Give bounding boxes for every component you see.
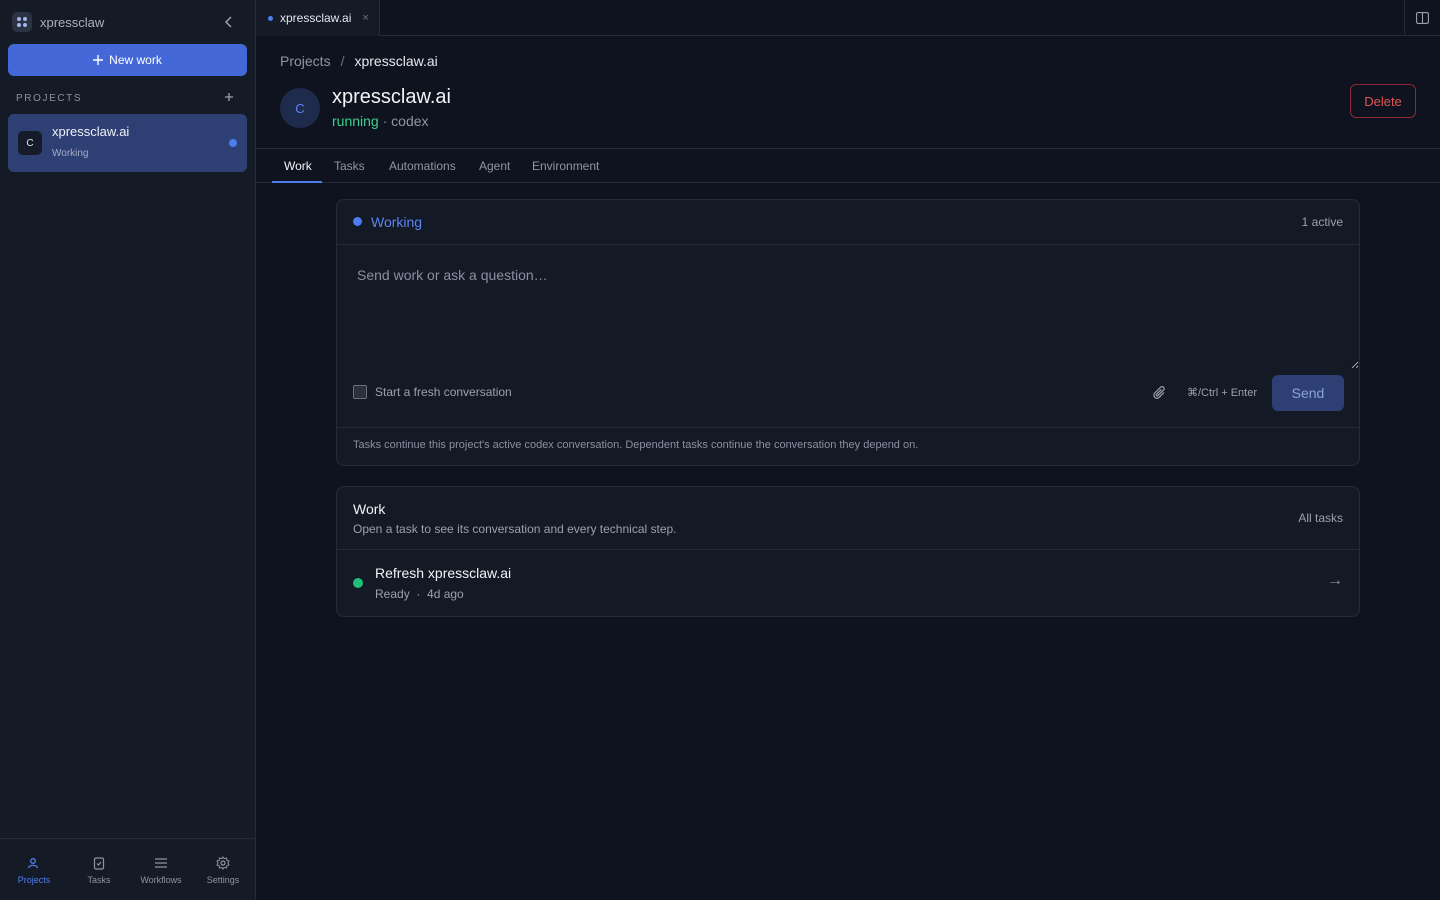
split-view-icon <box>1416 12 1429 24</box>
person-icon <box>27 857 39 868</box>
project-status: Working <box>52 148 89 159</box>
task-title: Refresh xpressclaw.ai <box>375 565 512 581</box>
project-name: xpressclaw.ai <box>52 124 130 139</box>
list-icon <box>155 857 167 868</box>
tab-tasks[interactable]: Tasks <box>334 149 365 183</box>
tab-label: xpressclaw.ai <box>280 11 352 25</box>
tab-work[interactable]: Work <box>284 149 312 183</box>
send-button[interactable]: Send <box>1272 375 1344 411</box>
nav-projects[interactable]: Projects <box>0 839 68 900</box>
nav-tasks[interactable]: Tasks <box>68 839 130 900</box>
active-tab-underline <box>272 181 322 183</box>
project-state: running <box>332 113 379 129</box>
add-project-button[interactable] <box>222 89 236 105</box>
project-avatar: C <box>18 131 42 155</box>
task-meta: Ready · 4d ago <box>375 587 464 601</box>
projects-heading: PROJECTS <box>16 93 83 104</box>
gear-icon <box>216 855 230 870</box>
working-status-label: Working <box>371 214 423 230</box>
tab-agent[interactable]: Agent <box>479 149 510 183</box>
breadcrumb-projects-link[interactable]: Projects <box>280 53 331 69</box>
work-card: Work Open a task to see its conversation… <box>336 486 1360 617</box>
clipboard-icon <box>93 856 105 870</box>
task-status: Ready <box>375 587 410 601</box>
sidebar-project-xpressclaw[interactable]: C xpressclaw.ai Working <box>8 114 247 172</box>
composer-card: Working 1 active Start a fresh conversat… <box>336 199 1360 466</box>
attach-button[interactable] <box>1151 383 1169 403</box>
nav-settings[interactable]: Settings <box>192 839 254 900</box>
active-count: 1 active <box>1301 215 1343 229</box>
nav-label: Workflows <box>140 874 182 885</box>
composer-footer-note: Tasks continue this project's active cod… <box>337 427 1359 466</box>
working-status-dot <box>353 217 362 226</box>
task-meta-separator: · <box>416 587 421 601</box>
breadcrumb-current: xpressclaw.ai <box>354 53 438 69</box>
plus-icon <box>93 55 104 65</box>
page-title: xpressclaw.ai <box>332 86 451 108</box>
task-row[interactable]: Refresh xpressclaw.ai Ready · 4d ago → <box>337 550 1359 617</box>
bottom-nav: Projects Tasks Workflows Settings <box>0 838 256 900</box>
nav-label: Tasks <box>87 874 111 885</box>
arrow-right-icon: → <box>1327 572 1343 589</box>
tab-xpressclaw[interactable]: xpressclaw.ai × <box>256 0 380 36</box>
tab-automations[interactable]: Automations <box>389 149 456 183</box>
task-status-dot <box>353 578 363 588</box>
composer-header: Working 1 active <box>337 200 1359 245</box>
new-work-button[interactable]: New work <box>8 44 247 76</box>
fresh-conversation-label: Start a fresh conversation <box>375 385 512 399</box>
nav-label: Settings <box>206 874 240 885</box>
all-tasks-link[interactable]: All tasks <box>1298 511 1343 525</box>
message-input[interactable] <box>337 245 1359 369</box>
project-tabs: Work Tasks Automations Agent Environment <box>256 148 1440 183</box>
work-header: Work Open a task to see its conversation… <box>337 487 1359 550</box>
task-age: 4d ago <box>427 587 464 601</box>
tab-environment[interactable]: Environment <box>532 149 599 183</box>
breadcrumb-separator: / <box>340 53 345 69</box>
project-runtime: codex <box>391 113 429 129</box>
delete-button[interactable]: Delete <box>1350 84 1416 118</box>
work-title: Work <box>353 501 386 517</box>
meta-separator: · <box>378 113 392 129</box>
project-activity-dot <box>229 139 237 147</box>
tab-bar: xpressclaw.ai × <box>256 0 1440 36</box>
app-logo-icon <box>12 12 32 32</box>
breadcrumb: Projects / xpressclaw.ai <box>280 53 438 69</box>
fresh-conversation-checkbox[interactable] <box>353 385 367 399</box>
work-subtitle: Open a task to see its conversation and … <box>353 522 677 536</box>
collapse-sidebar-button[interactable] <box>220 12 238 32</box>
nav-workflows[interactable]: Workflows <box>130 839 192 900</box>
send-shortcut-hint: ⌘/Ctrl + Enter <box>1187 387 1257 399</box>
close-icon[interactable]: × <box>362 12 368 24</box>
new-work-label: New work <box>109 53 162 67</box>
project-meta: running · codex <box>332 113 429 129</box>
paperclip-icon <box>1153 386 1165 399</box>
chevron-left-icon <box>224 16 232 28</box>
brand[interactable]: xpressclaw <box>12 12 104 32</box>
project-avatar-large: C <box>280 88 320 128</box>
sidebar: xpressclaw New work PROJECTS C xpresscla… <box>0 0 256 900</box>
nav-label: Projects <box>17 874 51 885</box>
app-name: xpressclaw <box>40 14 105 30</box>
plus-icon <box>225 93 233 101</box>
split-view-button[interactable] <box>1404 0 1440 36</box>
fresh-conversation-option: Start a fresh conversation <box>353 385 512 399</box>
tab-active-dot <box>268 15 273 21</box>
